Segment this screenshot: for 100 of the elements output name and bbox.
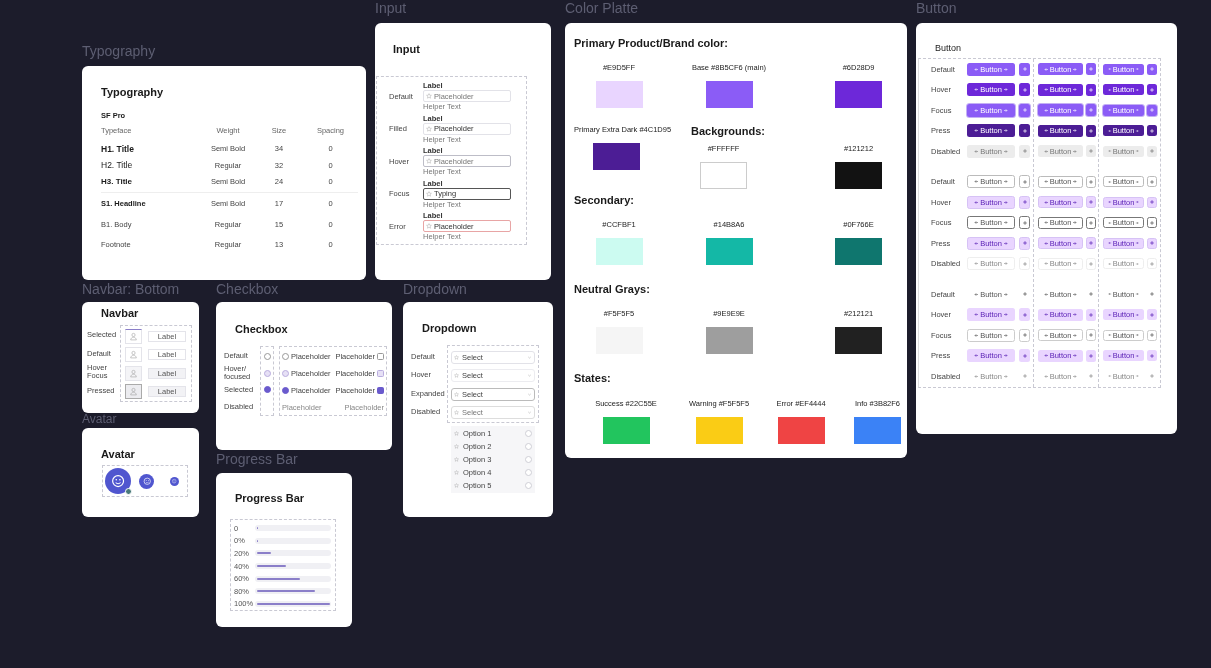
arrow-left-icon (1043, 128, 1049, 134)
arrow-right-icon (1072, 128, 1078, 134)
arrow-right-icon (1135, 220, 1140, 225)
arrow-right-icon (1135, 87, 1140, 92)
arrow-right-icon (1072, 312, 1078, 318)
plus-icon (1088, 311, 1094, 318)
arrow-right-icon (1072, 107, 1078, 113)
star-icon (454, 431, 459, 436)
arrow-right-icon (1002, 87, 1008, 93)
plus-icon (1021, 178, 1028, 185)
arrow-right-icon (1002, 199, 1008, 205)
plus-icon (1088, 219, 1094, 226)
arrow-left-icon (1043, 107, 1049, 113)
add-button[interactable] (1019, 124, 1030, 138)
arrow-left-icon (1107, 220, 1112, 225)
plus-icon (1149, 86, 1155, 93)
person-icon (129, 387, 138, 397)
plus-icon (1088, 178, 1094, 185)
arrow-right-icon (1072, 373, 1078, 379)
person-icon (129, 331, 138, 341)
arrow-left-icon (1043, 291, 1049, 297)
add-button[interactable] (1086, 124, 1096, 137)
section-heading: Backgrounds: (691, 124, 766, 138)
arrow-right-icon (1002, 291, 1008, 297)
arrow-left-icon (1043, 373, 1049, 379)
frame-label: Button (916, 0, 957, 17)
radio-button[interactable] (263, 386, 271, 394)
plus-icon (1088, 240, 1094, 247)
arrow-left-icon (974, 107, 980, 113)
arrow-right-icon (1072, 332, 1078, 338)
plus-icon (1088, 107, 1094, 114)
checkbox[interactable] (282, 370, 289, 377)
plus-icon (1088, 66, 1094, 73)
plus-icon (1149, 352, 1155, 359)
star-icon (454, 410, 459, 416)
arrow-right-icon (1135, 261, 1140, 266)
arrow-left-icon (1107, 374, 1112, 379)
plus-icon (1149, 178, 1155, 185)
checkbox[interactable] (282, 387, 289, 394)
star-icon (454, 483, 459, 488)
add-button[interactable] (1019, 83, 1030, 97)
section-heading: Secondary: (574, 193, 635, 207)
star-icon (454, 373, 459, 379)
star-icon (454, 391, 459, 397)
chevron-down-icon (527, 391, 532, 397)
arrow-left-icon (974, 353, 980, 359)
star-icon (454, 457, 459, 462)
plus-icon (1021, 148, 1028, 155)
radio-button[interactable] (263, 369, 271, 377)
arrow-right-icon (1135, 353, 1140, 358)
arrow-left-icon (1107, 241, 1112, 246)
checkbox[interactable] (377, 353, 384, 360)
nav-tab[interactable] (125, 328, 142, 344)
plus-icon (1149, 148, 1155, 155)
plus-icon (1149, 107, 1155, 114)
arrow-right-icon (1002, 353, 1008, 359)
nav-tab[interactable] (125, 384, 142, 400)
arrow-left-icon (1043, 332, 1049, 338)
arrow-left-icon (1107, 200, 1112, 205)
arrow-left-icon (1107, 333, 1112, 338)
frame-label: Color Platte (565, 0, 639, 17)
plus-icon (1149, 199, 1155, 206)
arrow-left-icon (974, 179, 980, 185)
star-icon (426, 93, 432, 100)
plus-icon (1021, 332, 1028, 339)
frame-label: Typography (82, 42, 156, 60)
frame-label: Progress Bar (216, 450, 298, 468)
star-icon (454, 354, 459, 360)
plus-icon (1021, 86, 1028, 93)
arrow-left-icon (1107, 67, 1112, 72)
arrow-right-icon (1002, 148, 1008, 154)
arrow-right-icon (1135, 67, 1140, 72)
chevron-down-icon (527, 354, 532, 360)
arrow-right-icon (1072, 261, 1078, 267)
add-button[interactable] (1147, 125, 1157, 137)
arrow-left-icon (1107, 128, 1112, 133)
arrow-left-icon (974, 291, 980, 297)
plus-icon (1149, 219, 1155, 226)
plus-icon (1088, 148, 1094, 155)
arrow-left-icon (1043, 148, 1049, 154)
arrow-right-icon (1072, 291, 1078, 297)
checkbox[interactable] (377, 387, 384, 394)
arrow-right-icon (1002, 261, 1008, 267)
checkbox[interactable] (377, 370, 384, 377)
arrow-left-icon (1043, 240, 1049, 246)
arrow-left-icon (1107, 312, 1112, 317)
arrow-left-icon (1043, 261, 1049, 267)
plus-icon (1021, 240, 1028, 247)
plus-icon (1149, 332, 1155, 339)
arrow-right-icon (1135, 149, 1140, 154)
arrow-right-icon (1002, 332, 1008, 338)
add-button[interactable] (1147, 84, 1157, 96)
arrow-right-icon (1135, 128, 1140, 133)
arrow-left-icon (1043, 312, 1049, 318)
section-heading: Neutral Grays: (574, 282, 651, 296)
add-button[interactable] (1086, 83, 1096, 96)
arrow-left-icon (974, 373, 980, 379)
arrow-left-icon (1043, 220, 1049, 226)
arrow-left-icon (1043, 179, 1049, 185)
plus-icon (1149, 240, 1155, 247)
